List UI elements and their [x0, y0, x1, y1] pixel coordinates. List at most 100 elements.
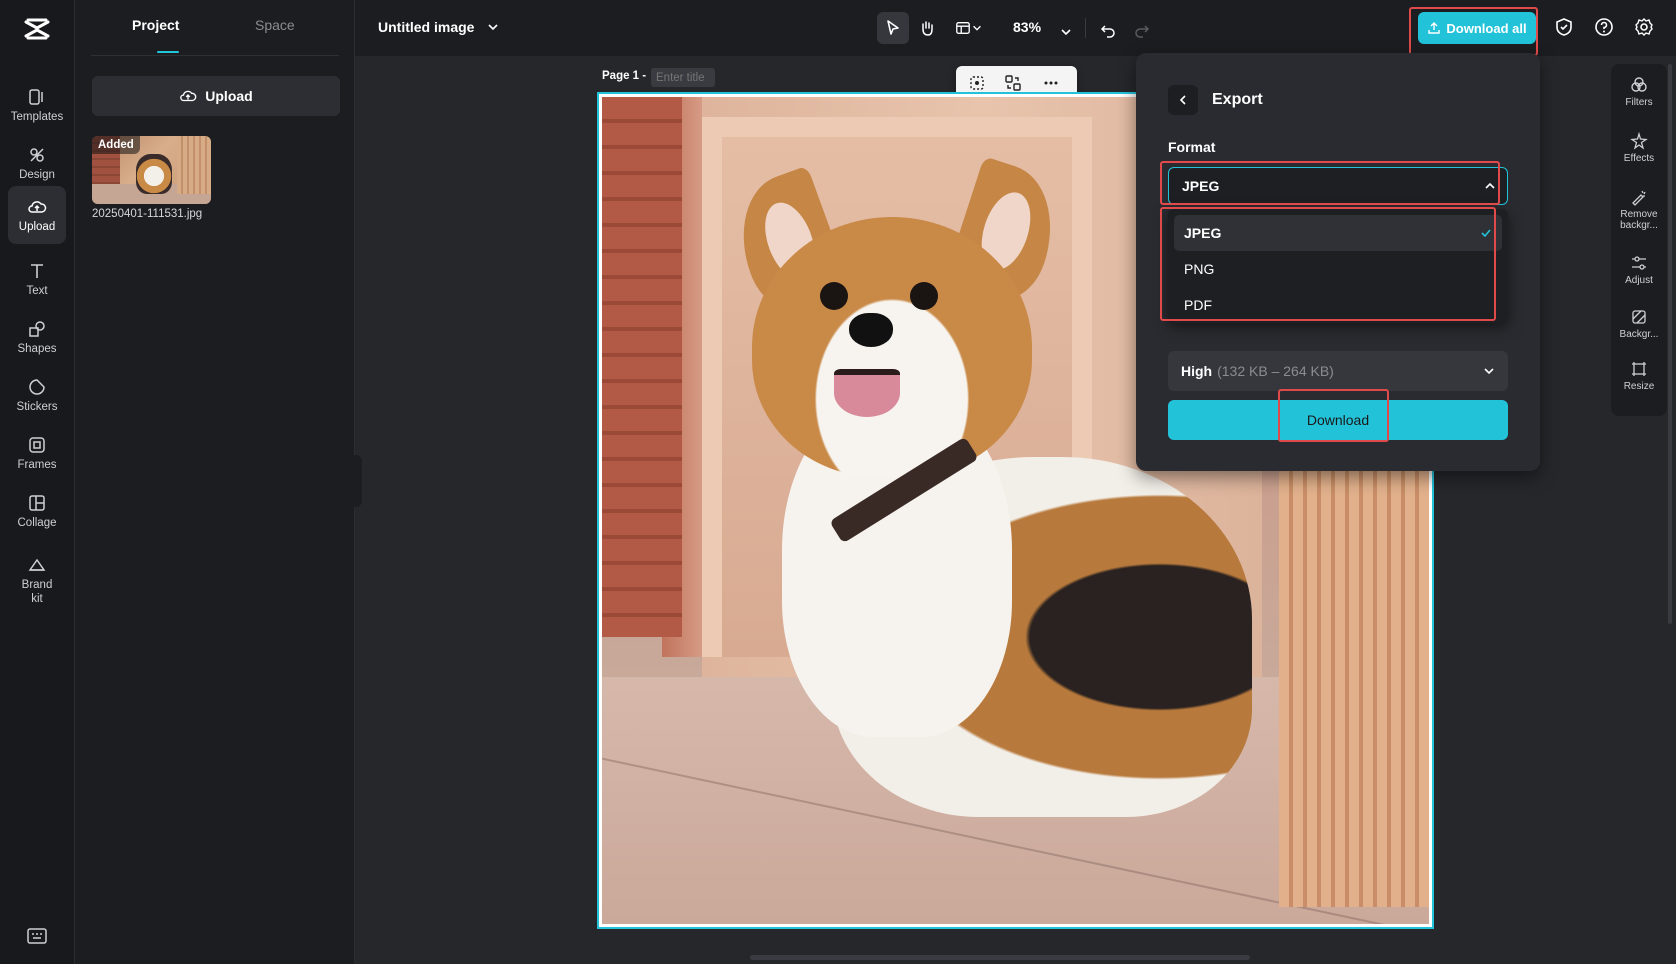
tool-label: Effects: [1623, 153, 1655, 164]
asset-thumbnail[interactable]: Added: [92, 136, 211, 204]
tool-label: Backgr...: [1619, 329, 1659, 340]
select-area-icon[interactable]: [968, 74, 986, 92]
rail-item-text[interactable]: Text: [8, 250, 66, 308]
rail-label: Design: [19, 168, 55, 181]
download-label: Download: [1306, 412, 1370, 428]
frames-icon: [29, 436, 45, 453]
upload-label: Upload: [205, 88, 253, 104]
dog-head: [752, 217, 1032, 477]
format-option-jpeg[interactable]: JPEG: [1174, 215, 1502, 251]
upload-button[interactable]: Upload: [92, 76, 340, 116]
upload-cloud-icon: [180, 90, 197, 102]
tool-label: Remove backgr...: [1620, 209, 1658, 231]
redo-icon[interactable]: [1133, 19, 1151, 41]
added-badge: Added: [92, 136, 140, 154]
stickers-icon: [29, 378, 45, 395]
zoom-level[interactable]: 83%: [1013, 19, 1041, 35]
back-button[interactable]: [1168, 85, 1198, 115]
rail-label: Frames: [17, 458, 57, 471]
tool-filters[interactable]: Filters: [1611, 76, 1667, 108]
remove-background-icon: [1632, 190, 1646, 206]
quality-level: High: [1181, 363, 1213, 379]
filters-icon: [1631, 77, 1647, 92]
panel-tabs: Project Space: [91, 0, 339, 56]
text-icon: [31, 263, 43, 278]
more-options-icon[interactable]: [1042, 74, 1060, 92]
tool-label: Adjust: [1625, 275, 1653, 286]
vertical-scrollbar[interactable]: [1668, 64, 1672, 624]
format-option-pdf[interactable]: PDF: [1174, 287, 1502, 323]
tool-resize[interactable]: Resize: [1611, 360, 1667, 392]
rail-label: Templates: [10, 110, 64, 123]
rail-item-collage[interactable]: Collage: [8, 482, 66, 540]
hand-tool[interactable]: [911, 12, 943, 44]
checkmark-icon: [1481, 229, 1491, 238]
rail-item-upload[interactable]: Upload: [8, 186, 66, 244]
photo-brick-wall: [602, 97, 682, 637]
download-button[interactable]: Download: [1168, 400, 1508, 440]
brand-kit-icon: [28, 558, 46, 571]
tool-background[interactable]: Backgr...: [1611, 308, 1667, 340]
download-all-button[interactable]: Download all: [1418, 12, 1536, 44]
asset-panel: Project Space Upload Added 20250401-1115…: [75, 0, 355, 964]
format-option-label: PNG: [1184, 261, 1215, 277]
dog-eye-right: [910, 282, 938, 310]
thumb-dog: [136, 154, 172, 194]
rail-label: Text: [26, 284, 48, 297]
tool-effects[interactable]: Effects: [1611, 132, 1667, 164]
format-option-png[interactable]: PNG: [1174, 251, 1502, 287]
pointer-icon: [887, 20, 899, 35]
rail-item-frames[interactable]: Frames: [8, 424, 66, 482]
document-title[interactable]: Untitled image: [378, 19, 500, 35]
capcut-logo-icon[interactable]: [22, 14, 52, 44]
export-icon: [1428, 22, 1441, 34]
chevron-down-icon: [1484, 368, 1494, 375]
rail-label: Upload: [18, 220, 56, 233]
document-title-text: Untitled image: [378, 19, 475, 35]
tab-project[interactable]: Project: [132, 17, 179, 33]
chevron-down-icon: [973, 25, 981, 31]
quality-select[interactable]: High (132 KB – 264 KB): [1168, 351, 1508, 391]
layout-tool[interactable]: [947, 12, 991, 44]
settings-gear-icon[interactable]: [1633, 16, 1655, 38]
rail-item-stickers[interactable]: Stickers: [8, 366, 66, 424]
top-bar: Untitled image 83% Download all: [355, 0, 1676, 56]
select-tool[interactable]: [877, 12, 909, 44]
format-option-label: PDF: [1184, 297, 1212, 313]
download-all-label: Download all: [1446, 20, 1527, 36]
rail-item-brand-kit[interactable]: Brand kit: [8, 545, 66, 615]
rail-item-design[interactable]: Design: [8, 134, 66, 192]
replace-icon[interactable]: [1004, 74, 1022, 92]
help-icon[interactable]: [1593, 16, 1615, 38]
photo-wood-panel: [1279, 447, 1429, 907]
shield-icon[interactable]: [1553, 16, 1575, 38]
keyboard-icon[interactable]: [27, 928, 47, 944]
rail-item-templates[interactable]: Templates: [8, 76, 66, 134]
templates-icon: [29, 88, 43, 105]
hand-icon: [922, 21, 933, 36]
page-title-input[interactable]: [651, 68, 715, 87]
right-tool-rail: Filters Effects Remove backgr... Adjust …: [1611, 64, 1667, 416]
design-icon: [30, 147, 44, 162]
toolbar-divider: [1085, 18, 1086, 38]
tool-adjust[interactable]: Adjust: [1611, 254, 1667, 286]
effects-icon: [1630, 132, 1648, 150]
shapes-icon: [29, 320, 45, 337]
quality-size-range: (132 KB – 264 KB): [1217, 363, 1334, 379]
page-label: Page 1 -: [602, 70, 647, 82]
resize-icon: [1632, 362, 1646, 376]
undo-icon[interactable]: [1099, 19, 1117, 41]
zoom-chevron-icon[interactable]: [1059, 21, 1073, 43]
export-title: Export: [1212, 91, 1263, 108]
left-rail: Templates Design Upload Text Shapes Stic…: [0, 0, 75, 964]
background-icon: [1632, 310, 1646, 324]
format-selected-value: JPEG: [1182, 178, 1220, 194]
collapse-panel-handle[interactable]: [352, 455, 362, 507]
tool-label: Resize: [1623, 381, 1655, 392]
horizontal-scrollbar[interactable]: [750, 955, 1250, 960]
dog-mouth: [834, 369, 900, 417]
tab-space[interactable]: Space: [255, 17, 295, 33]
tool-remove-background[interactable]: Remove backgr...: [1611, 188, 1667, 231]
format-select[interactable]: JPEG: [1168, 167, 1508, 205]
rail-item-shapes[interactable]: Shapes: [8, 308, 66, 366]
